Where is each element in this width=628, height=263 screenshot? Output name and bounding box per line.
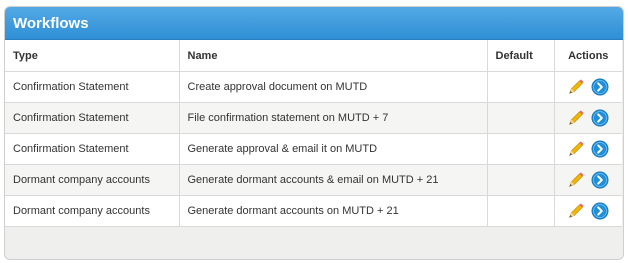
table-row: Dormant company accounts Generate dorman… bbox=[5, 164, 622, 196]
pencil-icon[interactable] bbox=[567, 78, 585, 96]
column-header-actions: Actions bbox=[554, 40, 622, 72]
cell-name: Generate dormant accounts on MUTD + 21 bbox=[179, 195, 488, 227]
cell-default bbox=[487, 164, 555, 196]
column-header-type: Type bbox=[5, 40, 180, 72]
cell-type: Confirmation Statement bbox=[5, 71, 180, 103]
column-header-default: Default bbox=[487, 40, 555, 72]
workflows-panel: Workflows Type Name Default Actions Conf… bbox=[4, 6, 624, 260]
chevron-right-circle-icon[interactable] bbox=[591, 202, 609, 220]
cell-name: Create approval document on MUTD bbox=[179, 71, 488, 103]
cell-actions bbox=[554, 71, 622, 103]
table-row: Confirmation Statement File confirmation… bbox=[5, 102, 622, 134]
table-row: Dormant company accounts Generate dorman… bbox=[5, 195, 622, 227]
pencil-icon[interactable] bbox=[567, 171, 585, 189]
cell-name: File confirmation statement on MUTD + 7 bbox=[179, 102, 488, 134]
column-header-name: Name bbox=[179, 40, 488, 72]
table-row: Confirmation Statement Generate approval… bbox=[5, 133, 622, 165]
cell-type: Confirmation Statement bbox=[5, 102, 180, 134]
cell-default bbox=[487, 71, 555, 103]
cell-actions bbox=[554, 102, 622, 134]
cell-default bbox=[487, 102, 555, 134]
table-row: Confirmation Statement Create approval d… bbox=[5, 71, 622, 103]
cell-actions bbox=[554, 195, 622, 227]
chevron-right-circle-icon[interactable] bbox=[591, 109, 609, 127]
pencil-icon[interactable] bbox=[567, 109, 585, 127]
cell-type: Dormant company accounts bbox=[5, 164, 180, 196]
cell-name: Generate dormant accounts & email on MUT… bbox=[179, 164, 488, 196]
panel-title: Workflows bbox=[13, 14, 89, 32]
chevron-right-circle-icon[interactable] bbox=[591, 78, 609, 96]
cell-type: Confirmation Statement bbox=[5, 133, 180, 165]
cell-type: Dormant company accounts bbox=[5, 195, 180, 227]
pencil-icon[interactable] bbox=[567, 202, 585, 220]
cell-actions bbox=[554, 164, 622, 196]
cell-name: Generate approval & email it on MUTD bbox=[179, 133, 488, 165]
workflows-table: Type Name Default Actions Confirmation S… bbox=[5, 40, 622, 227]
table-header-row: Type Name Default Actions bbox=[5, 40, 622, 72]
panel-header: Workflows bbox=[5, 7, 623, 40]
cell-default bbox=[487, 133, 555, 165]
cell-actions bbox=[554, 133, 622, 165]
cell-default bbox=[487, 195, 555, 227]
chevron-right-circle-icon[interactable] bbox=[591, 140, 609, 158]
chevron-right-circle-icon[interactable] bbox=[591, 171, 609, 189]
pencil-icon[interactable] bbox=[567, 140, 585, 158]
